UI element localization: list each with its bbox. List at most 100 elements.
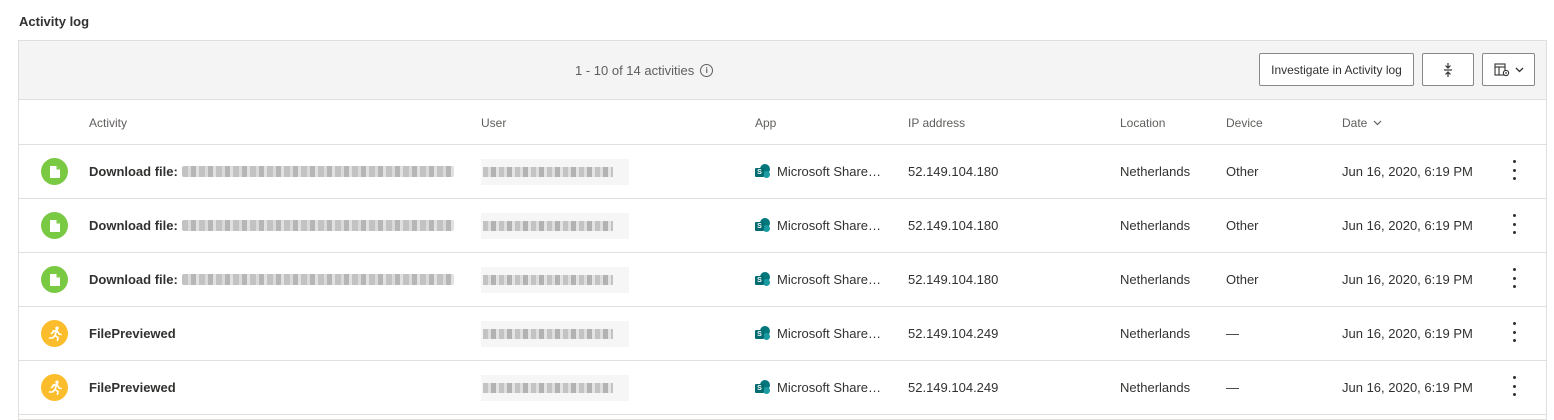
page-title: Activity log [19,14,90,29]
activity-log-panel: 1 - 10 of 14 activities i Investigate in… [18,40,1547,420]
location-cell: Netherlands [1120,164,1191,179]
activity-type-icon [41,212,68,239]
activity-cell[interactable]: FilePreviewed [89,326,176,341]
redacted-file-path [181,166,454,177]
investigate-button[interactable]: Investigate in Activity log [1259,53,1414,86]
column-header-date[interactable]: Date [1342,116,1382,130]
more-options-icon[interactable] [1511,322,1517,342]
column-header-device[interactable]: Device [1226,116,1263,130]
file-icon [49,219,60,232]
info-icon[interactable]: i [700,64,714,77]
toolbar: 1 - 10 of 14 activities i Investigate in… [19,41,1546,100]
activity-count: 1 - 10 of 14 activities i [575,63,714,78]
user-cell[interactable] [481,375,629,401]
table-row[interactable]: Download file: S Microsoft Share… 52.149.10… [19,145,1546,199]
location-cell: Netherlands [1120,272,1191,287]
activity-cell[interactable]: Download file: [89,218,454,233]
sharepoint-icon: S [755,380,770,395]
activity-cell[interactable]: Download file: [89,272,454,287]
ip-cell: 52.149.104.180 [908,218,999,233]
table-header: Activity User App IP address Location De… [19,100,1546,145]
activity-text: Download file: [89,272,178,287]
user-cell[interactable] [481,159,629,185]
device-cell: — [1226,380,1239,395]
ip-cell: 52.149.104.249 [908,326,999,341]
date-cell: Jun 16, 2020, 6:19 PM [1342,164,1473,179]
device-cell: Other [1226,218,1259,233]
column-header-date-label: Date [1342,116,1368,130]
date-cell: Jun 16, 2020, 6:19 PM [1342,326,1473,341]
redacted-file-path [181,220,454,231]
column-header-ip[interactable]: IP address [908,116,965,130]
activity-text: FilePreviewed [89,380,176,395]
activity-count-text: 1 - 10 of 14 activities [575,63,695,78]
sharepoint-icon: S [755,164,770,179]
activity-cell[interactable]: Download file: [89,164,454,179]
device-cell: — [1226,326,1239,341]
redacted-file-path [181,274,454,285]
redacted-user [481,267,629,293]
row-density-button[interactable] [1422,53,1474,86]
more-options-icon[interactable] [1511,160,1517,180]
app-cell[interactable]: S Microsoft Share… [755,326,881,341]
ip-cell: 52.149.104.180 [908,272,999,287]
column-header-activity[interactable]: Activity [89,116,127,130]
location-cell: Netherlands [1120,326,1191,341]
app-cell[interactable]: S Microsoft Share… [755,272,881,287]
ip-cell: 52.149.104.249 [908,380,999,395]
chevron-down-icon [1515,67,1523,72]
app-name: Microsoft Share… [777,272,882,287]
app-name: Microsoft Share… [777,380,882,395]
app-cell[interactable]: S Microsoft Share… [755,380,881,395]
user-cell[interactable] [481,213,629,239]
activity-type-icon [41,374,68,401]
activity-cell[interactable]: FilePreviewed [89,380,176,395]
row-density-icon [1444,62,1452,77]
user-cell[interactable] [481,321,629,347]
more-options-icon[interactable] [1511,214,1517,234]
run-icon [48,380,62,395]
more-options-icon[interactable] [1511,376,1517,396]
device-cell: Other [1226,164,1259,179]
table-row[interactable]: FilePreviewed S Microsoft Share… 52.149.104… [19,361,1546,415]
redacted-user [481,321,629,347]
activity-type-icon [41,158,68,185]
activity-text: Download file: [89,218,178,233]
activity-type-icon [41,320,68,347]
activity-text: FilePreviewed [89,326,176,341]
column-header-app[interactable]: App [755,116,776,130]
ip-cell: 52.149.104.180 [908,164,999,179]
run-icon [48,326,62,341]
date-cell: Jun 16, 2020, 6:19 PM [1342,272,1473,287]
app-name: Microsoft Share… [777,164,882,179]
activity-type-icon [41,266,68,293]
redacted-user [481,375,629,401]
app-cell[interactable]: S Microsoft Share… [755,164,881,179]
redacted-user [481,213,629,239]
date-cell: Jun 16, 2020, 6:19 PM [1342,218,1473,233]
app-cell[interactable]: S Microsoft Share… [755,218,881,233]
table-row[interactable]: Download file: S Microsoft Share… 52.149.10… [19,199,1546,253]
column-settings-icon [1493,62,1509,76]
file-icon [49,273,60,286]
location-cell: Netherlands [1120,380,1191,395]
table-row[interactable]: Download file: S Microsoft Share… 52.149.10… [19,253,1546,307]
sharepoint-icon: S [755,326,770,341]
app-name: Microsoft Share… [777,218,882,233]
user-cell[interactable] [481,267,629,293]
activity-text: Download file: [89,164,178,179]
app-name: Microsoft Share… [777,326,882,341]
sharepoint-icon: S [755,272,770,287]
column-settings-button[interactable] [1482,53,1535,86]
date-cell: Jun 16, 2020, 6:19 PM [1342,380,1473,395]
file-icon [49,165,60,178]
sort-chevron-down-icon [1373,120,1382,126]
more-options-icon[interactable] [1511,268,1517,288]
device-cell: Other [1226,272,1259,287]
table-row[interactable]: FilePreviewed S Microsoft Share… 52.149.104… [19,307,1546,361]
column-header-user[interactable]: User [481,116,506,130]
investigate-button-label: Investigate in Activity log [1271,62,1402,77]
column-header-location[interactable]: Location [1120,116,1165,130]
sharepoint-icon: S [755,218,770,233]
redacted-user [481,159,629,185]
